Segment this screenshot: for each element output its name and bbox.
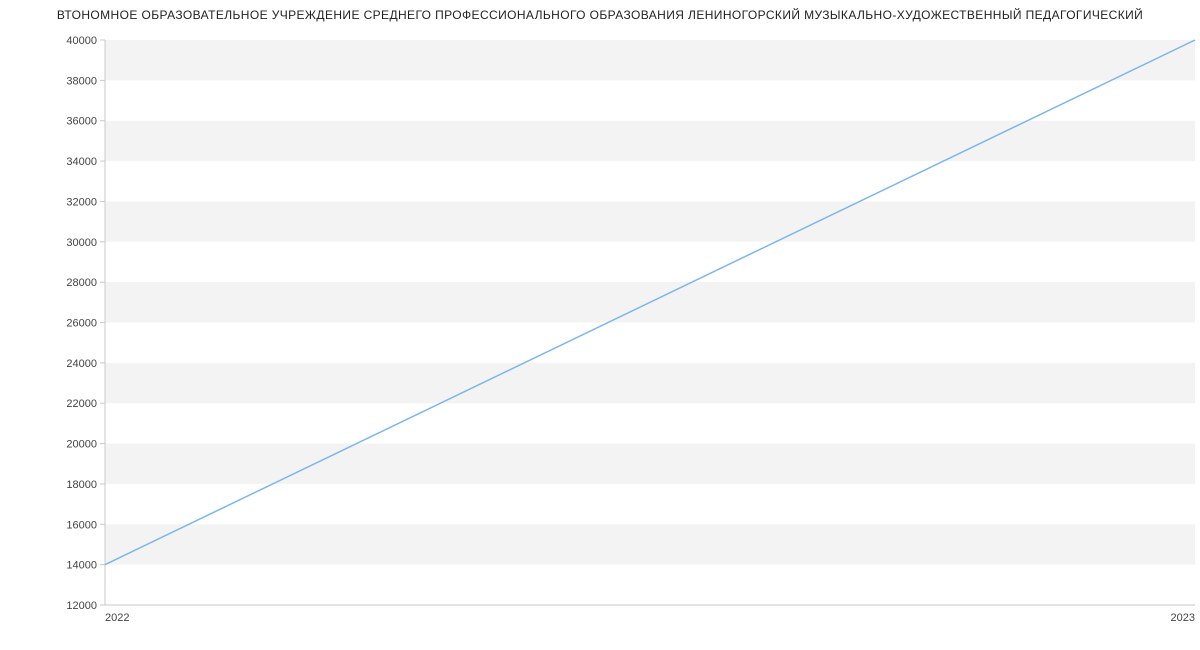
y-tick-label: 40000 <box>66 35 97 47</box>
grid-band <box>105 121 1195 161</box>
y-tick-label: 28000 <box>66 277 97 289</box>
y-tick-label: 12000 <box>66 600 97 612</box>
grid-band <box>105 363 1195 403</box>
y-tick-label: 16000 <box>66 519 97 531</box>
y-tick-label: 22000 <box>66 398 97 410</box>
y-tick-label: 36000 <box>66 116 97 128</box>
y-tick-label: 30000 <box>66 237 97 249</box>
y-tick-label: 14000 <box>66 560 97 572</box>
grid-band <box>105 524 1195 564</box>
y-tick-label: 38000 <box>66 75 97 87</box>
y-tick-label: 20000 <box>66 439 97 451</box>
y-tick-label: 32000 <box>66 196 97 208</box>
y-tick-label: 26000 <box>66 318 97 330</box>
grid-band <box>105 201 1195 241</box>
y-tick-label: 34000 <box>66 156 97 168</box>
y-tick-label: 18000 <box>66 479 97 491</box>
grid-band <box>105 40 1195 80</box>
x-tick-label: 2023 <box>1171 612 1195 624</box>
chart-container: ВТОНОМНОЕ ОБРАЗОВАТЕЛЬНОЕ УЧРЕЖДЕНИЕ СРЕ… <box>0 0 1200 650</box>
y-tick-label: 24000 <box>66 358 97 370</box>
x-tick-label: 2022 <box>105 612 129 624</box>
grid-band <box>105 444 1195 484</box>
chart-svg: 12000 14000 16000 18000 20000 22000 24000 26000… <box>0 0 1200 650</box>
